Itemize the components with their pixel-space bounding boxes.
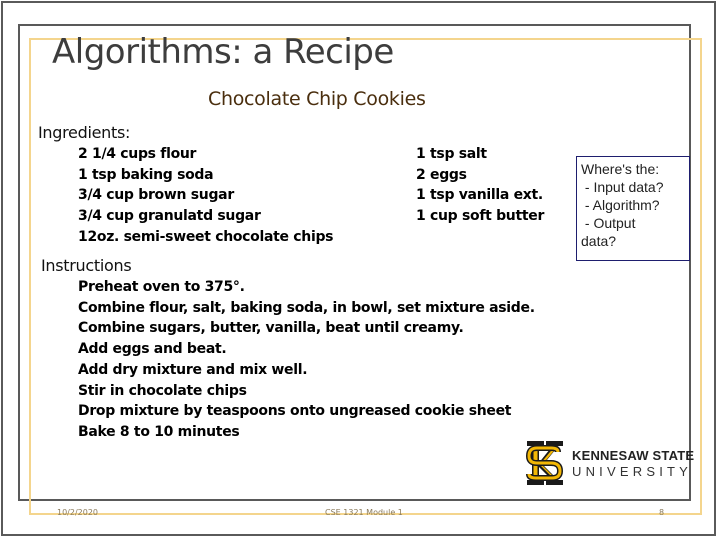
ingredient-item: 2 1/4 cups flour: [78, 146, 197, 162]
footer-page-number: 8: [659, 508, 665, 517]
instruction-step: Add eggs and beat.: [78, 341, 227, 358]
question-callout-box: Where's the: - Input data? - Algorithm? …: [576, 156, 690, 261]
ingredients-list-right: 1 tsp salt 2 eggs 1 tsp vanilla ext. 1 c…: [416, 144, 544, 227]
footer-course: CSE 1321 Module 1: [325, 508, 403, 517]
slide-subtitle: Chocolate Chip Cookies: [208, 88, 426, 110]
instruction-step: Add dry mixture and mix well.: [78, 361, 308, 378]
instruction-step: Preheat oven to 375°.: [78, 279, 245, 295]
instruction-step: Combine sugars, butter, vanilla, beat un…: [78, 320, 464, 337]
logo-line-1: KENNESAW STATE: [572, 447, 695, 463]
ksu-wordmark: KENNESAW STATE UNIVERSITY: [572, 448, 694, 479]
ingredients-heading: Ingredients:: [38, 123, 131, 142]
ingredient-item: 1 tsp salt: [416, 146, 487, 162]
ingredient-item: 1 cup soft butter: [416, 208, 545, 225]
slide-title: Algorithms: a Recipe: [52, 32, 394, 72]
instructions-heading: Instructions: [41, 256, 132, 275]
instruction-step: Combine flour, salt, baking soda, in bow…: [78, 299, 535, 316]
logo-line-2: UNIVERSITY: [572, 463, 693, 479]
ingredient-item: 3/4 cup brown sugar: [78, 187, 234, 204]
footer-date: 10/2/2020: [57, 508, 99, 517]
ingredient-item: 2 eggs: [416, 166, 467, 183]
instruction-step: Stir in chocolate chips: [78, 382, 247, 399]
ingredient-item: 3/4 cup granulatd sugar: [78, 208, 261, 225]
ksu-monogram-icon: [524, 438, 566, 488]
ingredient-item: 1 tsp baking soda: [78, 166, 214, 183]
ingredient-item: 1 tsp vanilla ext.: [416, 187, 543, 204]
instructions-list: Preheat oven to 375°. Combine flour, sal…: [78, 277, 535, 443]
ksu-logo: KENNESAW STATE UNIVERSITY: [524, 438, 694, 488]
instruction-step: Drop mixture by teaspoons onto ungreased…: [78, 403, 512, 420]
instruction-step: Bake 8 to 10 minutes: [78, 423, 240, 440]
ingredients-list-left: 2 1/4 cups flour 1 tsp baking soda 3/4 c…: [78, 144, 334, 248]
ingredient-item: 12oz. semi-sweet chocolate chips: [78, 228, 334, 245]
